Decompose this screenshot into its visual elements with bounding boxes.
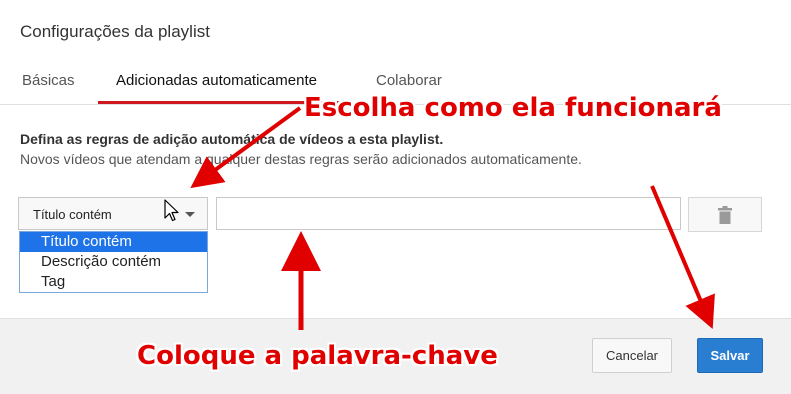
tab-colaborar[interactable]: Colaborar	[376, 72, 442, 89]
rule-type-selected-value: Título contém	[33, 207, 112, 222]
option-titulo-contem[interactable]: Título contém	[20, 232, 207, 252]
rules-description-title: Defina as regras de adição automática de…	[20, 131, 444, 147]
delete-rule-button[interactable]	[688, 197, 762, 232]
rule-type-options-list: Título contém Descrição contém Tag	[19, 231, 208, 293]
save-button[interactable]: Salvar	[697, 338, 763, 373]
rules-description-detail: Novos vídeos que atendam a qualquer dest…	[20, 151, 582, 167]
option-tag[interactable]: Tag	[20, 272, 207, 292]
caret-down-icon	[185, 212, 195, 217]
keyword-input[interactable]	[216, 197, 681, 230]
cancel-button[interactable]: Cancelar	[592, 338, 672, 373]
tab-basicas[interactable]: Básicas	[22, 72, 75, 89]
tab-adicionadas-automaticamente[interactable]: Adicionadas automaticamente	[116, 72, 317, 89]
mouse-pointer-icon	[164, 199, 179, 222]
annotation-keyword: Coloque a palavra-chave	[137, 341, 498, 371]
dialog-title: Configurações da playlist	[20, 22, 210, 41]
option-descricao-contem[interactable]: Descrição contém	[20, 252, 207, 272]
annotation-choose-how: Escolha como ela funcionará	[304, 93, 722, 123]
trash-icon	[718, 206, 732, 224]
